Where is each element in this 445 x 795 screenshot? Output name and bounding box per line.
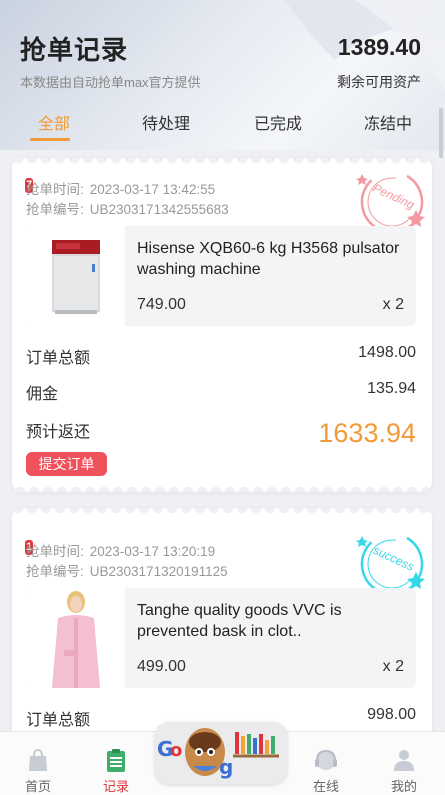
product-item[interactable]: Tanghe quality goods VVC is prevented ba…	[26, 588, 416, 688]
order-number-value: UB2303171320191125	[89, 564, 228, 579]
nav-profile-label: 我的	[390, 779, 417, 794]
tab-pending[interactable]: 待处理	[142, 110, 190, 134]
status-tabs: 全部 待处理 已完成 冻结中	[0, 100, 445, 146]
order-card: 1 抢单时间: 2023-03-17 13:20:19 抢单编号: UB230317…	[12, 508, 432, 748]
order-card: 7 抢单时间: 2023-03-17 13:42:55 抢单编号: UB230317…	[12, 158, 432, 492]
clipboard-icon	[107, 749, 125, 772]
tab-active-indicator	[30, 138, 70, 141]
washing-machine-icon	[52, 240, 100, 314]
user-icon	[394, 750, 414, 771]
order-number: 抢单编号: UB2303171320191125	[26, 560, 228, 580]
nav-online[interactable]: 在线	[296, 732, 356, 795]
expected-return-value: 1633.94	[318, 418, 416, 448]
order-time: 抢单时间: 2023-03-17 13:42:55	[26, 178, 215, 198]
order-time: 抢单时间: 2023-03-17 13:20:19	[26, 540, 215, 560]
center-logo-button[interactable]: G o g	[155, 722, 287, 784]
order-number-label: 抢单编号:	[26, 564, 84, 579]
commission-row: 佣金 135.94	[26, 380, 416, 404]
order-number-label: 抢单编号:	[26, 202, 84, 217]
order-total-row: 订单总额 1498.00	[26, 344, 416, 368]
balance-label: 剩余可用资产	[337, 74, 421, 90]
page-subtitle: 本数据由自动抢单max官方提供	[20, 75, 201, 90]
order-time-value: 2023-03-17 13:20:19	[89, 544, 216, 559]
nav-records[interactable]: 记录	[86, 732, 146, 795]
product-price: 749.00	[137, 296, 186, 313]
nav-online-label: 在线	[312, 779, 339, 794]
product-quantity: x 2	[382, 296, 404, 313]
product-image	[26, 226, 125, 326]
order-total-label: 订单总额	[26, 712, 91, 729]
order-time-label: 抢单时间:	[26, 182, 84, 197]
nav-home-label: 首页	[24, 779, 51, 794]
nav-records-label: 记录	[102, 779, 129, 794]
card-edge-bottom	[12, 484, 432, 492]
svg-text:o: o	[170, 740, 182, 761]
success-stamp-text: success	[371, 543, 416, 574]
order-total-value: 998.00	[367, 706, 416, 723]
tab-frozen[interactable]: 冻结中	[364, 110, 412, 134]
bag-icon	[29, 748, 47, 771]
product-image	[26, 588, 125, 688]
order-number: 抢单编号: UB2303171342555683	[26, 198, 229, 218]
product-quantity: x 2	[382, 658, 404, 675]
headset-icon	[315, 749, 337, 770]
order-total-label: 订单总额	[26, 350, 91, 367]
nav-profile[interactable]: 我的	[374, 732, 434, 795]
product-price: 499.00	[137, 658, 186, 675]
tab-all[interactable]: 全部	[38, 110, 70, 134]
svg-text:g: g	[219, 755, 233, 779]
nav-home[interactable]: 首页	[8, 732, 68, 795]
scrollbar[interactable]	[439, 108, 443, 158]
expected-return-label: 预计返还	[26, 424, 91, 441]
submit-order-button[interactable]: 提交订单	[26, 452, 107, 476]
product-name: Hisense XQB60-6 kg H3568 pulsator washin…	[137, 240, 400, 278]
card-edge-top	[12, 508, 432, 516]
order-total-value: 1498.00	[358, 344, 416, 361]
doodle-logo-icon: G o g	[155, 722, 287, 784]
tab-completed[interactable]: 已完成	[254, 110, 302, 134]
product-item[interactable]: Hisense XQB60-6 kg H3568 pulsator washin…	[26, 226, 416, 326]
commission-value: 135.94	[367, 380, 416, 397]
commission-label: 佣金	[26, 386, 59, 403]
clothing-model-icon	[52, 591, 100, 688]
balance-amount: 1389.40	[337, 34, 421, 60]
order-time-label: 抢单时间:	[26, 544, 84, 559]
page-title: 抢单记录	[20, 35, 129, 65]
product-name: Tanghe quality goods VVC is prevented ba…	[137, 602, 342, 640]
order-number-value: UB2303171342555683	[89, 202, 229, 217]
order-time-value: 2023-03-17 13:42:55	[89, 182, 216, 197]
pending-stamp-text: Pending	[371, 181, 417, 212]
